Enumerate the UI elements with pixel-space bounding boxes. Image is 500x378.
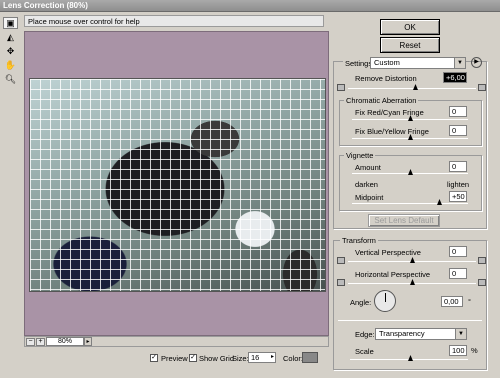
title-bar: Lens Correction (80%) [0, 0, 500, 12]
set-lens-default-button[interactable]: Set Lens Default [368, 214, 440, 227]
angle-unit: ° [468, 297, 471, 306]
show-grid-checkbox[interactable]: ✓ [189, 354, 197, 362]
scale-label: Scale [355, 347, 374, 356]
red-cyan-field[interactable]: 0 [449, 106, 467, 117]
transform-divider [338, 320, 482, 321]
edge-value: Transparency [379, 329, 425, 338]
zoom-tool-icon[interactable]: 🔍︎ [3, 73, 18, 85]
alignment-grid [30, 79, 325, 291]
amount-field[interactable]: 0 [449, 161, 467, 172]
color-label: Color: [283, 354, 304, 363]
red-cyan-label: Fix Red/Cyan Fringe [355, 108, 424, 117]
ok-button[interactable]: OK [380, 19, 440, 35]
remove-distortion-field[interactable]: +6,00 [443, 72, 467, 83]
size-dropdown-icon[interactable]: ▸ [271, 353, 274, 362]
angle-label: Angle: [350, 298, 372, 307]
size-label: Size: [232, 354, 249, 363]
zoom-level[interactable]: 80% [46, 337, 84, 346]
hand-tool-icon[interactable]: ✋ [3, 59, 18, 71]
settings-dropdown-arrow-icon: ▼ [454, 58, 465, 68]
midpoint-field[interactable]: +50 [449, 191, 467, 202]
zoom-out-button[interactable]: − [26, 338, 35, 346]
chromatic-aberration-title: Chromatic Aberration [344, 96, 419, 105]
zoom-dropdown-icon[interactable]: ▸ [84, 337, 92, 346]
darken-label: darken [355, 180, 378, 189]
blue-yellow-field[interactable]: 0 [449, 125, 467, 136]
scale-unit: % [471, 346, 478, 355]
horizontal-perspective-label: Horizontal Perspective [355, 270, 431, 279]
horizontal-perspective-right-icon [478, 279, 486, 286]
scale-field[interactable]: 100 [449, 345, 467, 356]
transform-title: Transform [340, 236, 378, 245]
remove-distortion-tool-icon[interactable]: ▣ [3, 17, 18, 29]
preview-photo [29, 78, 326, 292]
preview-checkbox[interactable]: ✓ [150, 354, 158, 362]
preview-label: Preview [161, 354, 188, 363]
remove-distortion-slider[interactable] [348, 88, 476, 89]
horizontal-perspective-icon [337, 279, 345, 286]
edge-dropdown-arrow-icon: ▼ [455, 329, 466, 339]
settings-dropdown[interactable]: Custom ▼ [370, 57, 466, 69]
straighten-tool-icon[interactable]: ◭ [3, 31, 18, 43]
barrel-icon [478, 84, 486, 91]
size-value: 16 [251, 353, 260, 362]
move-grid-tool-icon[interactable]: ✥ [3, 45, 18, 57]
show-grid-label: Show Grid [199, 354, 235, 363]
edge-label: Edge: [355, 330, 375, 339]
lighten-label: lighten [447, 180, 470, 189]
blue-yellow-label: Fix Blue/Yellow Fringe [355, 127, 429, 136]
midpoint-label: Midpoint [355, 193, 384, 202]
amount-label: Amount [355, 163, 381, 172]
window-title: Lens Correction (80%) [3, 1, 88, 10]
pincushion-icon [337, 84, 345, 91]
size-field[interactable]: 16 ▸ [248, 352, 276, 363]
zoom-bar: − + 80% ▸ [24, 336, 329, 347]
settings-menu-icon[interactable]: ▶ [471, 57, 482, 68]
preview-canvas[interactable] [24, 31, 329, 336]
midpoint-slider[interactable] [352, 203, 468, 204]
reset-button[interactable]: Reset [380, 37, 440, 53]
horizontal-perspective-field[interactable]: 0 [449, 268, 467, 279]
angle-dial-needle [385, 293, 386, 302]
vignette-title: Vignette [344, 151, 376, 160]
settings-value: Custom [374, 58, 400, 67]
vertical-perspective-label: Vertical Perspective [355, 248, 421, 257]
vertical-perspective-field[interactable]: 0 [449, 246, 467, 257]
edge-dropdown[interactable]: Transparency ▼ [375, 328, 467, 340]
grid-color-swatch[interactable] [302, 352, 318, 363]
angle-field[interactable]: 0,00 [441, 296, 463, 307]
remove-distortion-label: Remove Distortion [355, 74, 417, 83]
vertical-perspective-right-icon [478, 257, 486, 264]
vertical-perspective-icon [337, 257, 345, 264]
help-text: Place mouse over control for help [24, 15, 324, 27]
zoom-in-button[interactable]: + [36, 338, 45, 346]
angle-dial[interactable] [374, 290, 396, 312]
